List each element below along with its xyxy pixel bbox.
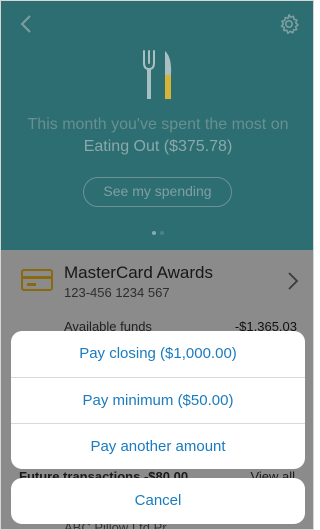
spending-headline: This month you've spent the most on Eati…	[15, 114, 301, 158]
settings-button[interactable]	[277, 12, 301, 36]
cancel-sheet-group: Cancel	[11, 478, 305, 524]
page-dot-2	[160, 231, 164, 235]
gear-icon	[280, 14, 299, 34]
top-category: Eating Out	[83, 138, 160, 155]
payment-action-sheet: Pay closing ($1,000.00) Pay minimum ($50…	[11, 331, 305, 469]
phone-screen: This month you've spent the most on Eati…	[0, 0, 314, 530]
pay-minimum-button[interactable]: Pay minimum ($50.00)	[11, 377, 305, 423]
back-button[interactable]	[15, 13, 37, 35]
card-number: 123-456 1234 567	[64, 285, 170, 300]
chevron-left-icon	[20, 15, 31, 33]
cancel-button[interactable]: Cancel	[11, 478, 305, 524]
pay-closing-button[interactable]: Pay closing ($1,000.00)	[11, 331, 305, 377]
page-indicator	[1, 231, 313, 235]
fork-knife-icon	[143, 50, 172, 99]
headline-prefix: This month you've spent the most on	[27, 116, 289, 133]
credit-card-icon	[21, 269, 53, 291]
page-dot-1	[152, 231, 156, 235]
see-my-spending-button[interactable]: See my spending	[83, 177, 232, 207]
card-name: MasterCard Awards	[64, 263, 213, 282]
pay-another-amount-button[interactable]: Pay another amount	[11, 423, 305, 469]
spending-insight-panel: This month you've spent the most on Eati…	[1, 1, 313, 250]
chevron-right-icon[interactable]	[287, 272, 299, 290]
top-category-amount: ($375.78)	[163, 138, 233, 155]
